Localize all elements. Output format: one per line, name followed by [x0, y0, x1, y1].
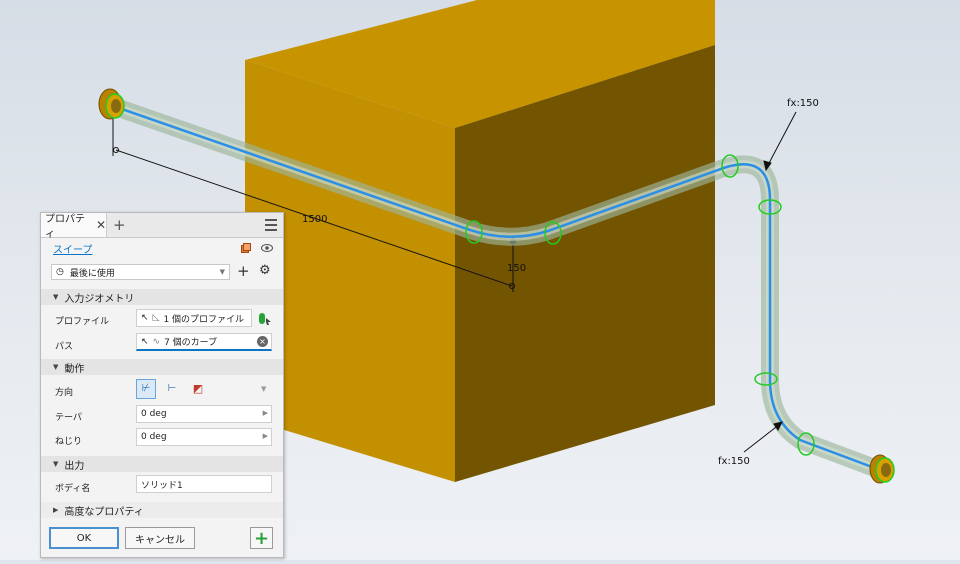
solid-select-icon[interactable] — [257, 311, 273, 327]
ok-button[interactable]: OK — [49, 527, 119, 549]
chevron-right-icon[interactable]: ▶ — [263, 432, 268, 440]
collapse-triangle-icon: ▼ — [53, 293, 59, 301]
bend-dimension-bottom-label[interactable]: fx:150 — [718, 456, 750, 467]
body-name-input[interactable]: ソリッド1 — [136, 475, 272, 493]
section-advanced-label: 高度なプロパティ — [64, 506, 144, 518]
properties-panel: プロパティ ✕ + スイープ ◷ 最後に使用 ▼ + ⚙ ▼ 入力ジオメトリ プ… — [40, 212, 284, 558]
visibility-eye-icon[interactable] — [261, 243, 273, 253]
profile-selector[interactable]: ↖ ◺ 1 個のプロファイル — [136, 309, 252, 327]
end-fitting[interactable] — [869, 454, 895, 484]
select-arrow-icon: ↖ — [141, 313, 149, 323]
add-tab-icon[interactable]: + — [113, 216, 126, 234]
collapse-triangle-icon: ▼ — [53, 460, 59, 468]
chevron-down-icon: ▼ — [219, 268, 225, 276]
curve-icon: ∿ — [152, 336, 161, 347]
taper-input-value: 0 deg — [141, 409, 167, 419]
preset-dropdown-value: 最後に使用 — [69, 268, 115, 279]
orientation-guide-button[interactable]: ◩ — [188, 379, 208, 399]
profile-shape-icon: ◺ — [152, 313, 160, 323]
bend-leader-bottom — [743, 421, 783, 453]
orientation-label: 方向 — [55, 388, 74, 398]
taper-input[interactable]: 0 deg ▶ — [136, 405, 272, 423]
path-label: パス — [55, 342, 74, 352]
copy-icon[interactable] — [241, 243, 251, 253]
expand-triangle-icon: ▶ — [53, 506, 59, 514]
collapse-triangle-icon: ▼ — [53, 363, 59, 371]
section-output[interactable]: ▼ 出力 — [41, 456, 283, 472]
feature-name-link[interactable]: スイープ — [53, 241, 92, 256]
add-preset-icon[interactable]: + — [237, 262, 250, 280]
dimension-main-length-label[interactable]: 1500 — [302, 214, 327, 225]
hamburger-menu-icon[interactable] — [265, 219, 277, 234]
section-advanced-properties[interactable]: ▶ 高度なプロパティ — [41, 502, 283, 518]
tab-properties-label: プロパティ — [45, 214, 85, 240]
apply-button[interactable]: + — [250, 527, 273, 549]
section-output-label: 出力 — [64, 460, 85, 472]
preset-dropdown[interactable]: ◷ 最後に使用 ▼ — [51, 264, 230, 280]
section-input-geometry-label: 入力ジオメトリ — [64, 293, 135, 305]
orientation-dropdown-icon[interactable]: ▼ — [261, 385, 266, 393]
gear-icon[interactable]: ⚙ — [259, 263, 271, 278]
orientation-path-button[interactable]: ⊬ — [136, 379, 156, 399]
clear-selection-icon[interactable]: × — [257, 336, 268, 347]
chevron-right-icon[interactable]: ▶ — [263, 409, 268, 417]
twist-label: ねじり — [55, 437, 83, 447]
taper-label: テーパ — [55, 413, 82, 423]
twist-input[interactable]: 0 deg ▶ — [136, 428, 272, 446]
panel-tab-bar: プロパティ ✕ + — [41, 213, 283, 240]
profile-selector-value: 1 個のプロファイル — [163, 314, 245, 325]
section-input-geometry[interactable]: ▼ 入力ジオメトリ — [41, 289, 283, 305]
start-fitting[interactable] — [98, 88, 125, 120]
body-name-input-value: ソリッド1 — [141, 480, 183, 491]
clock-icon: ◷ — [56, 267, 64, 277]
body-name-label: ボディ名 — [55, 484, 91, 494]
orientation-fixed-button[interactable]: ⊢ — [162, 379, 182, 399]
select-arrow-icon: ↖ — [141, 336, 149, 347]
dimension-offset-label[interactable]: 150 — [507, 263, 526, 274]
path-selector[interactable]: ↖ ∿ 7 個のカーブ × — [136, 333, 272, 351]
section-behavior-label: 動作 — [64, 363, 85, 375]
section-behavior[interactable]: ▼ 動作 — [41, 359, 283, 375]
tab-properties[interactable]: プロパティ ✕ — [41, 213, 107, 240]
path-selector-value: 7 個のカーブ — [164, 338, 218, 348]
close-icon[interactable]: ✕ — [96, 218, 106, 232]
bend-leader-top — [763, 111, 797, 172]
cancel-button[interactable]: キャンセル — [125, 527, 195, 549]
bend-dimension-top-label[interactable]: fx:150 — [787, 98, 819, 109]
twist-input-value: 0 deg — [141, 432, 167, 442]
profile-label: プロファイル — [55, 317, 110, 327]
